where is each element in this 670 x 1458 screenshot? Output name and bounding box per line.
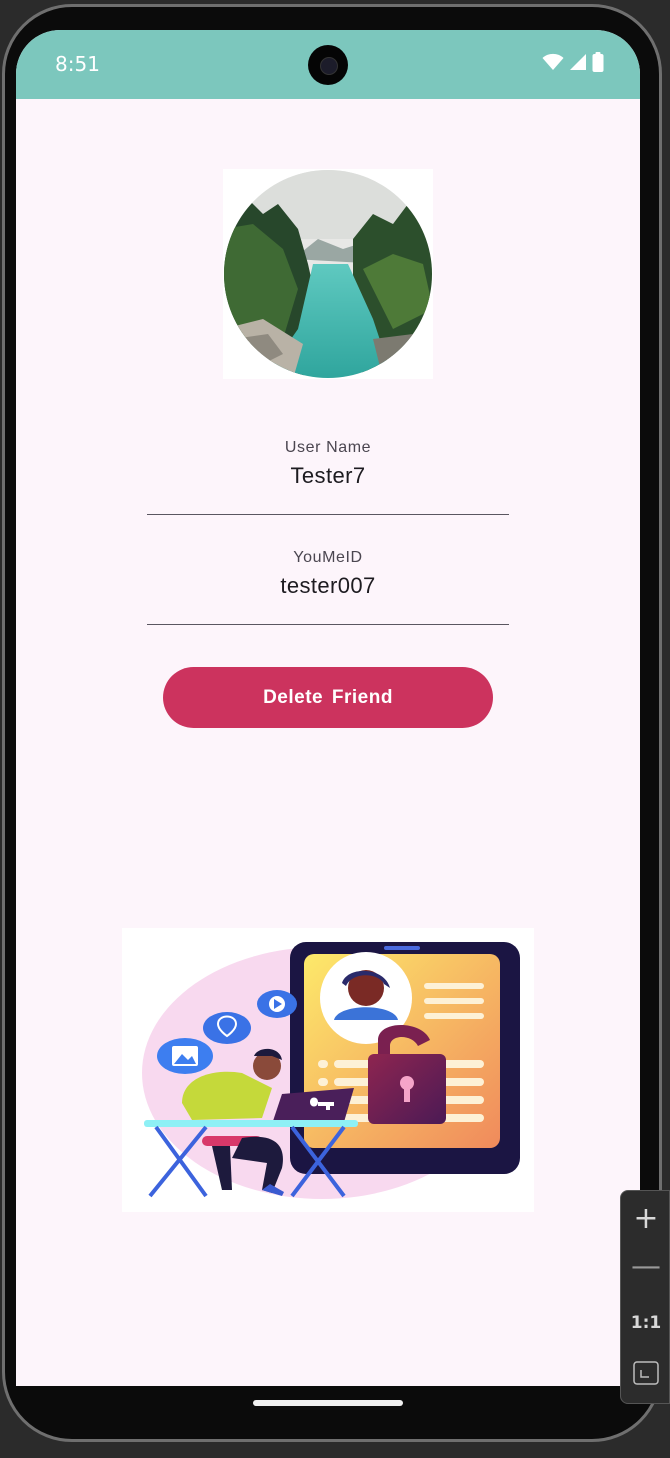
privacy-security-illustration — [142, 942, 520, 1199]
youme-id-label: YouMeID — [293, 549, 363, 566]
wifi-icon — [542, 53, 564, 70]
zoom-fit-button[interactable] — [621, 1361, 670, 1389]
youme-id-field[interactable]: YouMeID tester007 — [147, 549, 509, 625]
zoom-out-button[interactable]: — — [621, 1249, 670, 1284]
delete-friend-button[interactable]: Delete Friend — [163, 667, 493, 728]
user-name-field[interactable]: User Name Tester7 — [147, 439, 509, 515]
fit-screen-icon — [633, 1361, 659, 1385]
zoom-reset-button[interactable]: 1:1 — [621, 1313, 670, 1333]
emulator-zoom-panel: + — 1:1 — [620, 1190, 670, 1404]
battery-icon — [592, 52, 604, 72]
gesture-nav-handle[interactable] — [253, 1400, 403, 1406]
user-name-value: Tester7 — [290, 463, 366, 488]
friend-detail-content: User Name Tester7 YouMeID tester007 Dele… — [16, 99, 640, 1386]
phone-screen: 8:51 User Name Tester7 YouMeID tester007… — [16, 30, 640, 1386]
youme-id-value: tester007 — [280, 573, 376, 598]
front-camera — [308, 45, 348, 85]
status-time: 8:51 — [55, 52, 100, 76]
status-bar: 8:51 — [16, 30, 640, 99]
device-frame: 8:51 User Name Tester7 YouMeID tester007… — [0, 0, 670, 1458]
status-icons — [542, 52, 604, 72]
illustration-container — [122, 928, 534, 1212]
signal-icon — [570, 54, 586, 70]
landscape-river-avatar — [224, 170, 432, 378]
zoom-in-button[interactable]: + — [621, 1201, 670, 1236]
user-name-label: User Name — [284, 439, 372, 456]
avatar-container — [223, 169, 433, 379]
